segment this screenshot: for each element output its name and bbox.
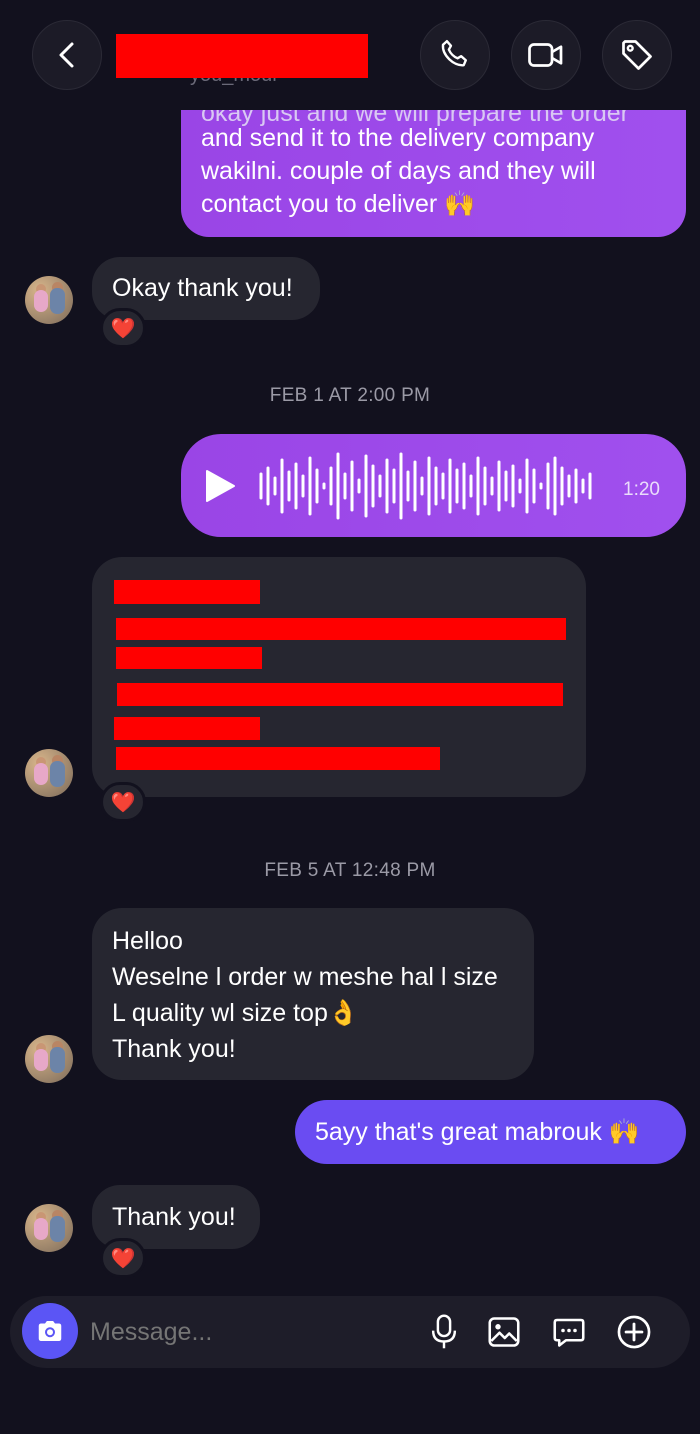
video-call-button[interactable] — [511, 20, 581, 90]
message-text-line: Thank you! — [112, 1035, 236, 1063]
message-text-line: and send it to the delivery company — [201, 124, 595, 152]
redacted-username — [116, 34, 368, 78]
voice-record-button[interactable] — [424, 1312, 464, 1352]
waveform — [259, 452, 592, 520]
message-text: 5ayy that's great mabrouk 🙌 — [315, 1118, 640, 1146]
message-composer — [10, 1296, 690, 1368]
message-text-line: L quality wl size top👌 — [112, 999, 359, 1027]
chat-bubble-icon — [553, 1318, 585, 1347]
redacted-text — [116, 618, 566, 640]
gallery-button[interactable] — [484, 1312, 524, 1352]
contact-avatar[interactable] — [25, 276, 73, 324]
message-text-line: Weselne l order w meshe hal l size — [112, 963, 498, 991]
back-button[interactable] — [32, 20, 102, 90]
redacted-text — [117, 683, 563, 706]
redacted-text — [116, 747, 440, 770]
play-icon[interactable] — [203, 469, 237, 503]
tag-icon — [622, 40, 652, 70]
timestamp: FEB 5 AT 12:48 PM — [264, 860, 436, 881]
incoming-message-redacted[interactable] — [92, 557, 586, 797]
microphone-icon — [431, 1314, 457, 1349]
heart-icon: ❤️ — [110, 791, 136, 814]
timestamp: FEB 1 AT 2:00 PM — [269, 385, 431, 406]
voice-duration: 1:20 — [623, 479, 660, 500]
heart-reaction[interactable]: ❤️ — [100, 782, 146, 822]
message-text-line: wakilni. couple of days and they will — [201, 157, 596, 185]
redacted-text — [116, 647, 262, 669]
heart-icon: ❤️ — [110, 317, 136, 340]
chat-header: you_mour — [0, 0, 700, 110]
chevron-left-icon — [59, 42, 74, 68]
contact-avatar[interactable] — [25, 1035, 73, 1083]
camera-button[interactable] — [22, 1303, 78, 1359]
heart-reaction[interactable]: ❤️ — [100, 308, 146, 348]
phone-icon — [441, 40, 467, 67]
voice-message[interactable]: 1:20 — [181, 434, 686, 537]
image-icon — [488, 1317, 520, 1347]
redacted-text — [114, 717, 260, 740]
incoming-message[interactable]: Helloo Weselne l order w meshe hal l siz… — [92, 908, 534, 1080]
message-text: Okay thank you! — [112, 274, 293, 302]
heart-reaction[interactable]: ❤️ — [100, 1238, 146, 1278]
voice-call-button[interactable] — [420, 20, 490, 90]
contact-avatar[interactable] — [25, 1204, 73, 1252]
outgoing-message[interactable]: 5ayy that's great mabrouk 🙌 — [295, 1100, 686, 1164]
message-input[interactable] — [90, 1310, 410, 1354]
message-text: Thank you! — [112, 1203, 236, 1231]
redacted-text — [114, 580, 260, 604]
more-options-button[interactable] — [614, 1312, 654, 1352]
contact-avatar[interactable] — [25, 749, 73, 797]
tag-button[interactable] — [602, 20, 672, 90]
sticker-button[interactable] — [549, 1312, 589, 1352]
message-text-line: Helloo — [112, 927, 183, 955]
plus-circle-icon — [617, 1315, 651, 1349]
video-camera-icon — [528, 43, 563, 67]
message-text-line: contact you to deliver 🙌 — [201, 190, 476, 218]
heart-icon: ❤️ — [110, 1247, 136, 1270]
camera-icon — [38, 1321, 62, 1341]
